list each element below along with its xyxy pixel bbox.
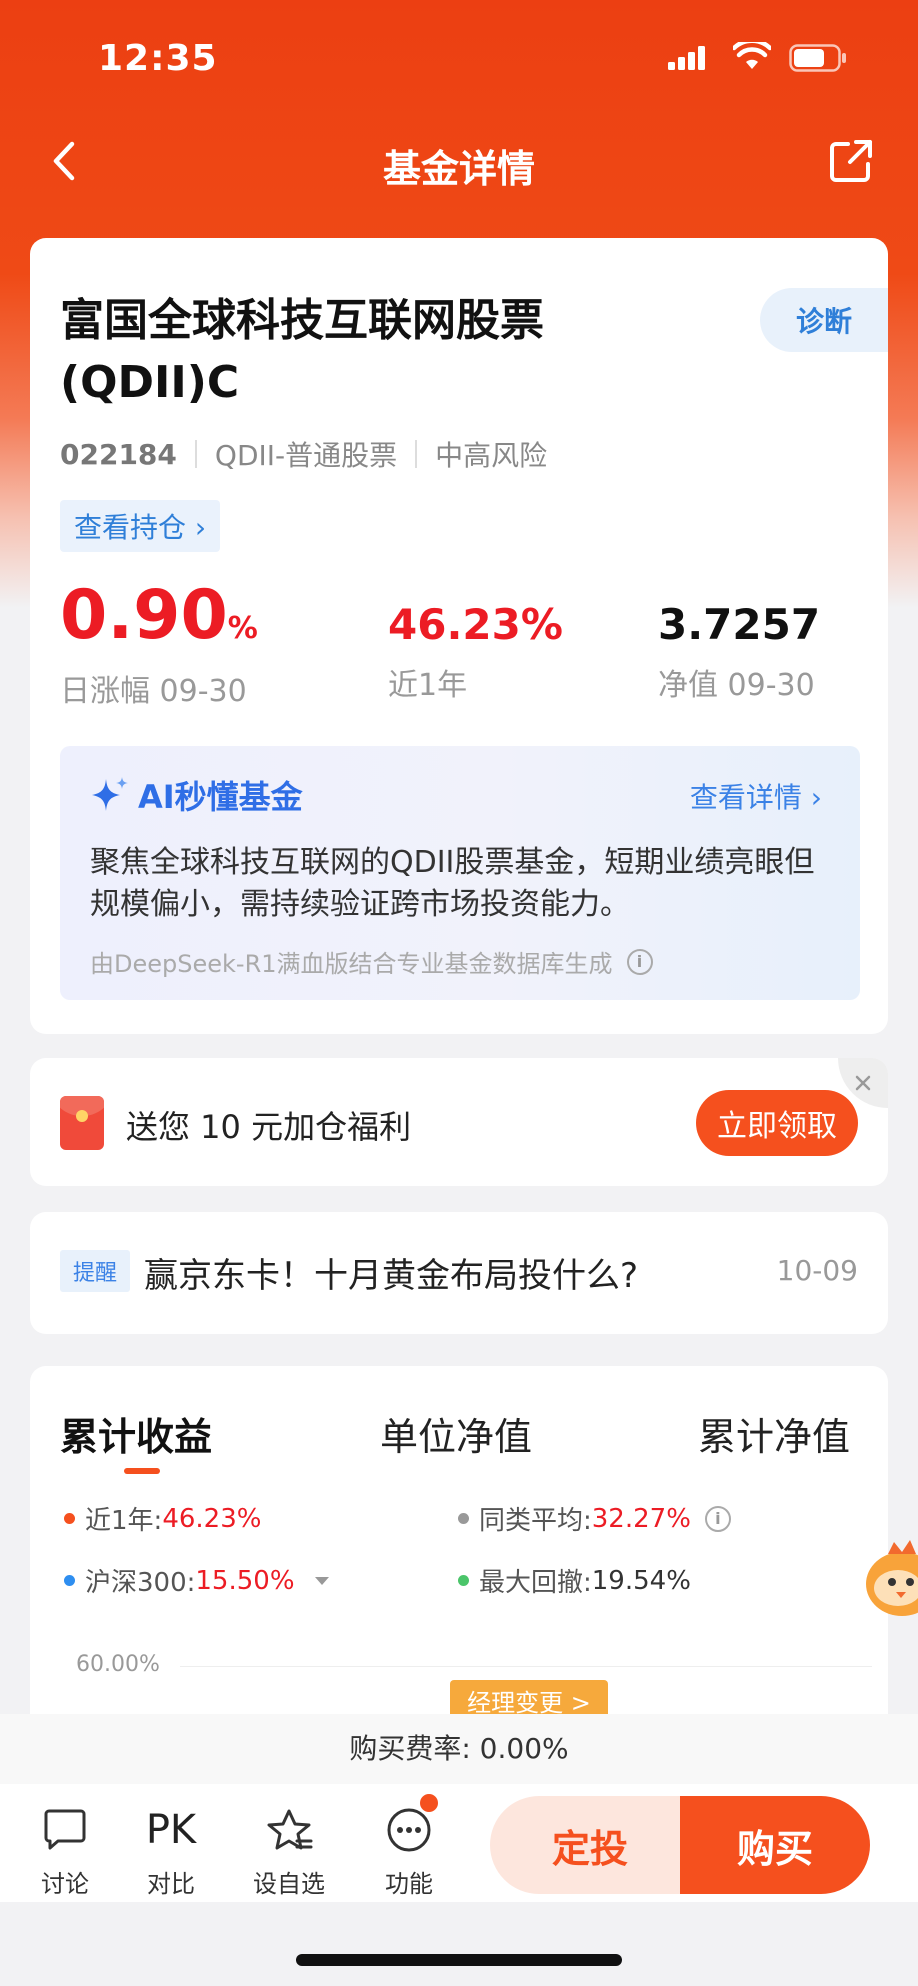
info-icon[interactable]: i — [626, 948, 653, 975]
ai-summary-footer: 由DeepSeek-R1满血版结合专业基金数据库生成 i — [90, 944, 653, 979]
ai-footer-text: 由DeepSeek-R1满血版结合专业基金数据库生成 — [90, 950, 613, 978]
chart-y-axis-label: 60.00% — [76, 1652, 160, 1677]
promo-card: 送您 10 元加仓福利 立即领取 — [30, 1058, 888, 1186]
legend-dot — [64, 1575, 75, 1586]
fund-meta: 022184 QDII-普通股票 中高风险 — [60, 434, 547, 474]
reminder-date: 10-09 — [776, 1254, 858, 1287]
diagnose-button[interactable]: 诊断 — [760, 288, 888, 352]
add-watchlist-button[interactable]: 设自选 — [244, 1804, 334, 1899]
ai-summary-title: AI秒懂基金 — [90, 772, 303, 818]
compare-label: 对比 — [147, 1870, 195, 1898]
functions-label: 功能 — [385, 1870, 433, 1898]
pk-icon: PK — [145, 1807, 197, 1853]
auto-invest-button[interactable]: 定投 — [490, 1796, 690, 1894]
promo-text: 送您 10 元加仓福利 — [126, 1108, 412, 1146]
legend-max-drawdown: 最大回撤: 19.54% — [458, 1562, 691, 1599]
notification-badge — [418, 1792, 440, 1814]
discuss-label: 讨论 — [41, 1870, 89, 1898]
chat-bubble-icon — [44, 1809, 86, 1850]
fund-risk-level: 中高风险 — [435, 439, 548, 472]
legend-hs300[interactable]: 沪深300: 15.50% — [64, 1562, 329, 1599]
wifi-icon — [733, 42, 771, 69]
reminder-tag: 提醒 — [60, 1250, 130, 1292]
legend-value: 19.54% — [591, 1565, 691, 1596]
divider — [415, 440, 418, 468]
legend-dot — [458, 1575, 469, 1586]
performance-chart-card: 累计收益 单位净值 累计净值 近1年: 46.23% 同类平均: 32.27% … — [30, 1366, 888, 1726]
one-year-return-label: 近1年 — [388, 668, 468, 703]
bottom-action-bar: 讨论 PK 对比 设自选 功能 定投 购买 — [0, 1784, 918, 1902]
nav-stat: 3.7257 净值 09-30 — [658, 604, 820, 704]
legend-dot — [458, 1513, 469, 1524]
tab-accumulated-nav[interactable]: 累计净值 — [698, 1406, 850, 1461]
one-year-return-value: 46.23% — [388, 600, 563, 649]
ai-summary-text: 聚焦全球科技互联网的QDII股票基金，短期业绩亮眼但规模偏小，需持续验证跨市场投… — [90, 845, 815, 922]
status-bar: 12:35 — [0, 0, 918, 120]
watchlist-label: 设自选 — [253, 1870, 325, 1898]
legend-one-year: 近1年: 46.23% — [64, 1500, 261, 1537]
tab-cumulative-return[interactable]: 累计收益 — [60, 1406, 212, 1461]
daily-change-value: 0.90 — [60, 576, 228, 655]
home-indicator[interactable] — [296, 1954, 622, 1966]
fund-name: 富国全球科技互联网股票(QDII)C — [60, 295, 544, 408]
legend-label: 最大回撤: — [479, 1568, 592, 1598]
sparkle-icon — [92, 777, 128, 811]
legend-dot — [64, 1513, 75, 1524]
legend-value: 15.50% — [195, 1565, 295, 1596]
ai-title-text: AI秒懂基金 — [138, 778, 303, 816]
mascot-icon[interactable] — [858, 1530, 918, 1620]
daily-change-label: 日涨幅 09-30 — [60, 674, 247, 709]
cellular-signal-icon — [668, 46, 705, 70]
reminder-card[interactable]: 提醒 赢京东卡！十月黄金布局投什么? 10-09 — [30, 1212, 888, 1334]
top-navigation: 基金详情 — [0, 128, 918, 198]
fund-category: QDII-普通股票 — [214, 439, 398, 472]
divider — [194, 440, 197, 468]
tab-unit-nav[interactable]: 单位净值 — [380, 1406, 532, 1461]
fund-code: 022184 — [60, 437, 177, 471]
legend-label: 同类平均: — [479, 1506, 592, 1536]
view-holdings-link[interactable]: 查看持仓 › — [60, 500, 221, 552]
ai-summary-box[interactable]: AI秒懂基金 查看详情 › 聚焦全球科技互联网的QDII股票基金，短期业绩亮眼但… — [60, 746, 860, 1000]
fund-summary-card: 富国全球科技互联网股票(QDII)C 诊断 022184 QDII-普通股票 中… — [30, 238, 888, 1034]
star-icon — [267, 1809, 313, 1850]
buy-button[interactable]: 购买 — [680, 1796, 870, 1894]
compare-button[interactable]: PK 对比 — [126, 1804, 216, 1899]
battery-icon — [789, 44, 846, 72]
nav-value: 3.7257 — [658, 600, 821, 649]
one-year-return-stat: 46.23% 近1年 — [388, 604, 563, 704]
page-title: 基金详情 — [382, 147, 535, 191]
share-icon[interactable] — [826, 136, 876, 186]
status-time: 12:35 — [98, 38, 218, 79]
close-x-glyph — [855, 1075, 871, 1091]
legend-value: 46.23% — [162, 1503, 262, 1534]
legend-peer-average: 同类平均: 32.27% i — [458, 1500, 731, 1537]
red-packet-icon — [60, 1096, 104, 1150]
dropdown-caret-icon — [314, 1576, 329, 1585]
purchase-fee-bar: 购买费率: 0.00% — [0, 1714, 918, 1784]
legend-value: 32.27% — [591, 1503, 691, 1534]
claim-now-button[interactable]: 立即领取 — [696, 1090, 858, 1156]
active-tab-indicator — [124, 1468, 160, 1474]
daily-change-stat: 0.90% 日涨幅 09-30 — [60, 582, 258, 710]
chart-grid-line — [180, 1666, 872, 1667]
legend-label: 沪深300: — [85, 1568, 196, 1598]
ai-view-details-link[interactable]: 查看详情 › — [690, 776, 822, 816]
daily-change-unit: % — [227, 611, 258, 646]
nav-label: 净值 09-30 — [658, 668, 815, 703]
functions-button[interactable]: 功能 — [364, 1792, 454, 1899]
legend-label: 近1年: — [85, 1506, 163, 1536]
info-icon[interactable]: i — [704, 1505, 731, 1532]
discuss-button[interactable]: 讨论 — [20, 1804, 110, 1899]
reminder-text: 赢京东卡！十月黄金布局投什么? — [144, 1256, 639, 1296]
